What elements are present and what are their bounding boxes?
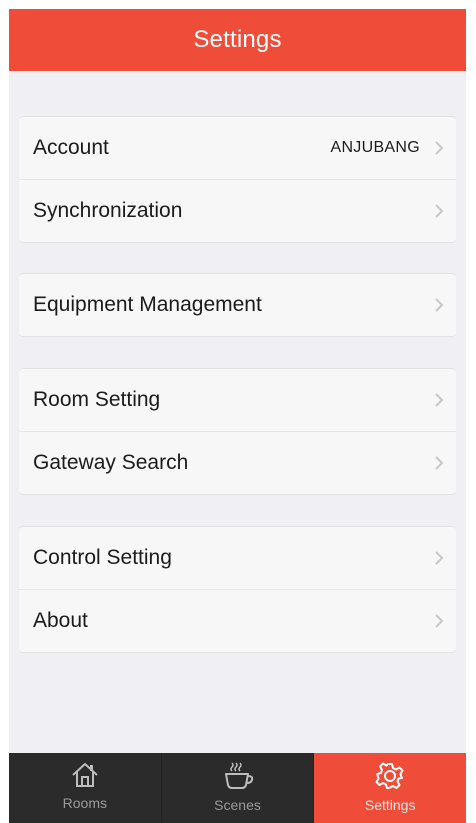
tab-settings[interactable]: Settings <box>313 753 466 823</box>
chevron-right-icon <box>434 140 444 156</box>
tab-label: Settings <box>364 797 416 813</box>
settings-list: Account ANJUBANG Synchronization Equipme… <box>9 71 466 753</box>
tab-rooms[interactable]: Rooms <box>9 753 161 823</box>
chevron-right-icon <box>434 550 444 566</box>
settings-row-account[interactable]: Account ANJUBANG <box>19 117 456 179</box>
row-label: Synchronization <box>33 199 183 222</box>
home-icon <box>70 761 100 789</box>
chevron-right-icon <box>434 203 444 219</box>
account-value: ANJUBANG <box>330 139 420 156</box>
settings-group-account: Account ANJUBANG Synchronization <box>19 116 456 243</box>
tab-label: Rooms <box>62 795 108 811</box>
row-label: About <box>33 609 88 632</box>
page-title: Settings <box>193 26 282 53</box>
coffee-cup-icon <box>221 761 255 791</box>
row-label: Gateway Search <box>33 451 189 474</box>
settings-group-control: Control Setting About <box>19 526 456 653</box>
row-label: Account <box>33 136 109 159</box>
settings-row-control-setting[interactable]: Control Setting <box>19 527 456 589</box>
tab-bar: Rooms Scenes Settings <box>9 753 466 823</box>
settings-group-equipment: Equipment Management <box>19 273 456 337</box>
gear-icon <box>375 761 405 791</box>
chevron-right-icon <box>434 613 444 629</box>
tab-label: Scenes <box>214 797 261 813</box>
settings-row-synchronization[interactable]: Synchronization <box>19 179 456 242</box>
row-label: Control Setting <box>33 546 172 569</box>
tab-scenes[interactable]: Scenes <box>160 753 314 823</box>
settings-group-room: Room Setting Gateway Search <box>19 368 456 495</box>
row-label: Room Setting <box>33 388 161 411</box>
chevron-right-icon <box>434 455 444 471</box>
settings-row-room-setting[interactable]: Room Setting <box>19 369 456 431</box>
row-label: Equipment Management <box>33 293 262 316</box>
settings-row-about[interactable]: About <box>19 589 456 652</box>
nav-bar: Settings <box>9 9 466 71</box>
chevron-right-icon <box>434 392 444 408</box>
app-screen: Settings Account ANJUBANG Synchronizatio… <box>9 9 466 823</box>
settings-row-equipment-management[interactable]: Equipment Management <box>19 274 456 336</box>
chevron-right-icon <box>434 297 444 313</box>
settings-row-gateway-search[interactable]: Gateway Search <box>19 431 456 494</box>
